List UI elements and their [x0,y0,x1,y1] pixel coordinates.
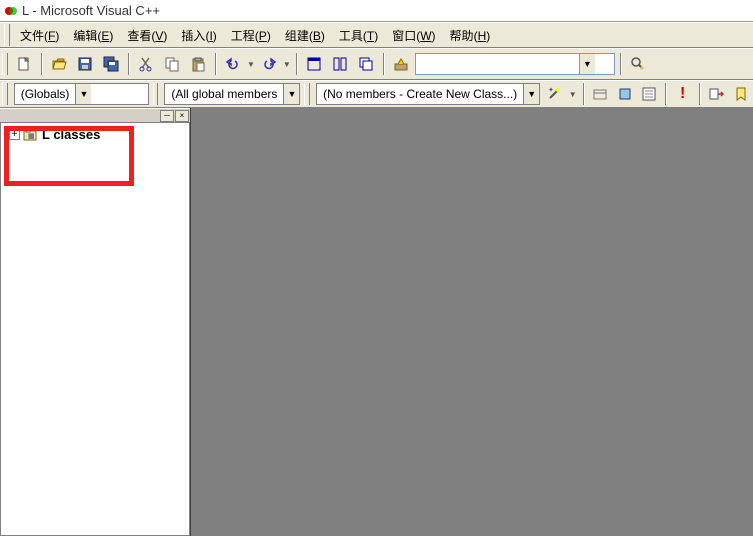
redo-chevron-icon[interactable]: ▼ [283,60,291,69]
menu-file[interactable]: 文件(F) [14,24,65,47]
separator [665,83,666,105]
window-list-button[interactable] [302,52,326,76]
paste-button[interactable] [186,52,210,76]
members-value: (No members - Create New Class...) [317,87,523,101]
mdi-area[interactable] [190,108,753,536]
resource-button[interactable] [614,83,635,105]
toolbar-grip[interactable] [2,53,8,75]
separator [699,83,700,105]
window-tile-button[interactable] [328,52,352,76]
wizard-bar: (Globals) ▼ (All global members ▼ (No me… [0,80,753,108]
menu-insert[interactable]: 插入(I) [175,24,222,47]
wizard-chevron-icon[interactable]: ▼ [569,90,577,99]
chevron-down-icon[interactable]: ▼ [75,84,91,104]
menubar: 文件(F) 编辑(E) 查看(V) 插入(I) 工程(P) 组建(B) 工具(T… [0,22,753,48]
new-file-button[interactable] [12,52,36,76]
menu-view[interactable]: 查看(V) [121,24,173,47]
class-view-tree[interactable]: + ▦ L classes [0,122,190,536]
build-button[interactable] [389,52,413,76]
tree-root-label: L classes [42,127,100,142]
save-button[interactable] [73,52,97,76]
filter-select[interactable]: (All global members ▼ [164,83,300,105]
app-icon [4,4,18,18]
chevron-down-icon[interactable]: ▼ [283,84,299,104]
separator [128,53,129,75]
undo-button[interactable] [221,52,245,76]
separator [41,53,42,75]
client-area: ─ × + ▦ L classes [0,108,753,536]
pane-header: ─ × [0,108,190,122]
chevron-down-icon[interactable]: ▼ [523,84,539,104]
tree-root-node[interactable]: + ▦ L classes [1,123,189,144]
separator [296,53,297,75]
bookmark-button[interactable] [730,83,751,105]
menubar-grip[interactable] [4,24,10,46]
window-title: L - Microsoft Visual C++ [22,3,160,18]
find-input[interactable] [416,54,579,74]
menu-build[interactable]: 组建(B) [279,24,331,47]
undo-chevron-icon[interactable]: ▼ [247,60,255,69]
separator [383,53,384,75]
svg-text:✦: ✦ [548,86,554,94]
wizard-wand-button[interactable]: ✦ [544,83,565,105]
find-dropdown-icon[interactable]: ▼ [579,54,595,74]
scope-select[interactable]: (Globals) ▼ [14,83,149,105]
class-folder-icon: ▦ [23,128,39,142]
separator [620,53,621,75]
workspace-pane: ─ × + ▦ L classes [0,108,190,536]
wizbar-grip-3[interactable] [304,83,310,105]
expand-icon[interactable]: + [9,129,20,140]
copy-button[interactable] [160,52,184,76]
go-to-button[interactable] [706,83,727,105]
scope-value: (Globals) [15,87,76,101]
save-all-button[interactable] [99,52,123,76]
open-button[interactable] [47,52,71,76]
members-select[interactable]: (No members - Create New Class...) ▼ [316,83,540,105]
properties-button[interactable] [639,83,660,105]
filter-value: (All global members [165,87,283,101]
cut-button[interactable] [134,52,158,76]
menu-tools[interactable]: 工具(T) [333,24,384,47]
find-combo[interactable]: ▼ [415,53,615,75]
standard-toolbar: ▼ ▼ ▼ [0,48,753,80]
separator [215,53,216,75]
window-cascade-button[interactable] [354,52,378,76]
separator [583,83,584,105]
menu-edit[interactable]: 编辑(E) [67,24,119,47]
titlebar: L - Microsoft Visual C++ [0,0,753,22]
find-in-files-button[interactable] [626,52,650,76]
svg-text:▦: ▦ [28,133,35,140]
redo-button[interactable] [257,52,281,76]
menu-window[interactable]: 窗口(W) [386,24,441,47]
wizbar-grip[interactable] [2,83,8,105]
error-button[interactable]: ! [672,83,693,105]
menu-project[interactable]: 工程(P) [225,24,277,47]
menu-help[interactable]: 帮助(H) [444,24,497,47]
open-class-button[interactable] [590,83,611,105]
pane-minimize-button[interactable]: ─ [160,110,174,122]
pane-close-button[interactable]: × [175,110,189,122]
wizbar-grip-2[interactable] [153,83,159,105]
